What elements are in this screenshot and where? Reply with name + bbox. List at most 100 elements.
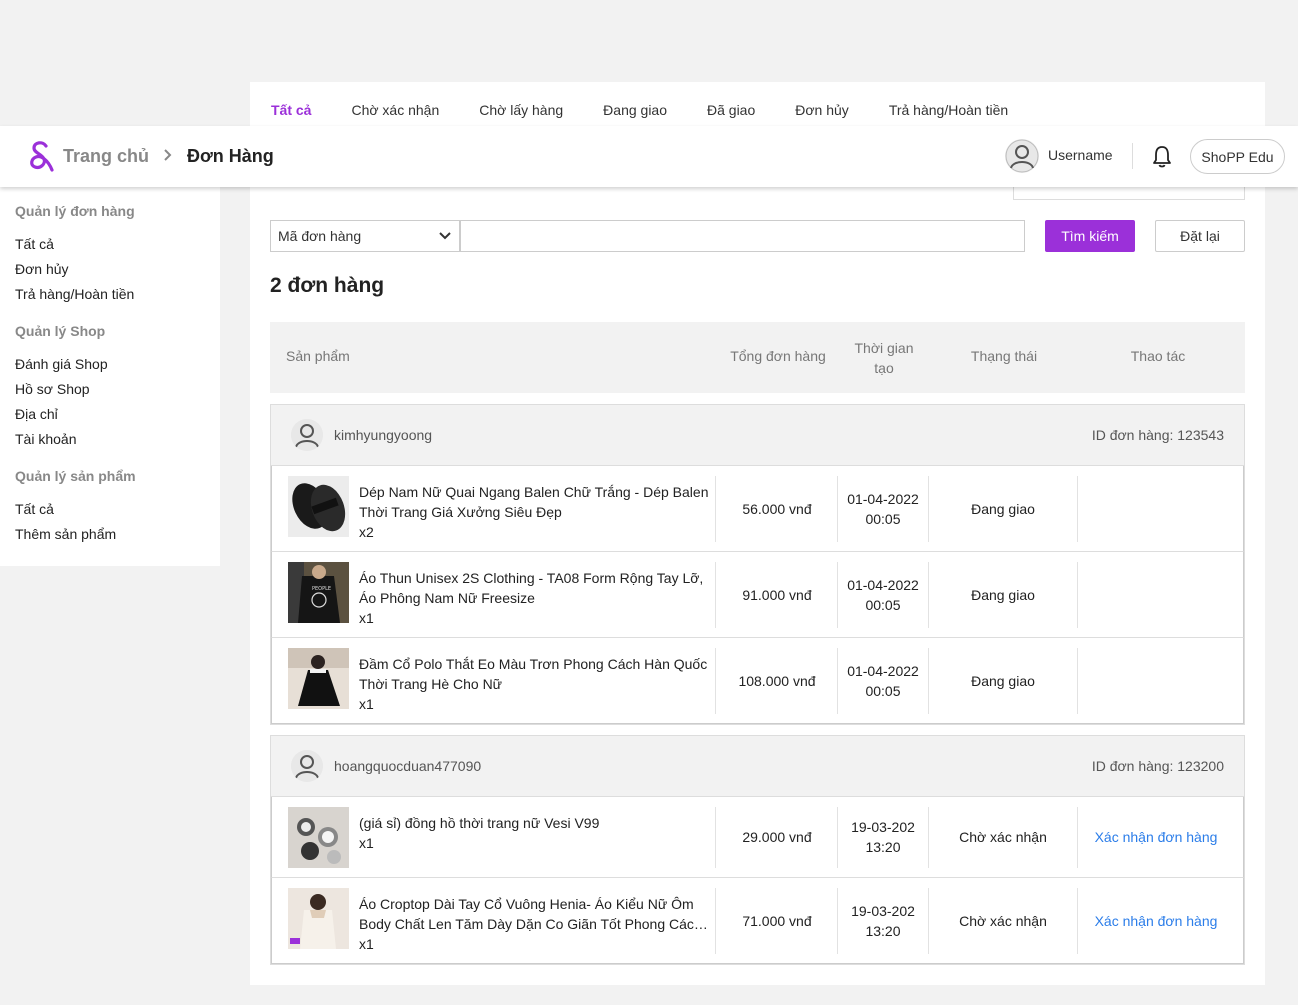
buyer-name: hoangquocduan477090	[334, 758, 482, 774]
sidebar-group-title: Quản lý sản phẩm	[15, 468, 136, 484]
product-info: Áo Croptop Dài Tay Cổ Vuông Henia- Áo Ki…	[359, 894, 714, 954]
order-action	[1078, 552, 1234, 637]
chevron-down-icon	[439, 232, 451, 240]
product-qty: x1	[359, 936, 374, 952]
svg-text:PEOPLE: PEOPLE	[312, 586, 331, 592]
order-header: kimhyungyoong ID đơn hàng: 123543	[271, 405, 1244, 466]
order-time: 01-04-2022 00:05	[838, 466, 928, 551]
product-name: Áo Croptop Dài Tay Cổ Vuông Henia- Áo Ki…	[359, 896, 702, 932]
order-date-text: 01-04-2022	[847, 490, 919, 507]
user-avatar-icon[interactable]	[1005, 139, 1039, 173]
order-header: hoangquocduan477090 ID đơn hàng: 123200	[271, 736, 1244, 797]
dropdown-remnant	[1013, 186, 1245, 200]
sidebar-group-products: Quản lý sản phẩm Tất cả Thêm sản phẩm	[15, 468, 220, 547]
order-date-text: 19-03-202	[851, 819, 915, 835]
product-qty: x1	[359, 610, 374, 626]
buyer-name: kimhyungyoong	[334, 427, 433, 443]
order-date-text: 01-04-2022	[847, 576, 919, 593]
tab-pending-pickup[interactable]: Chờ lấy hàng	[479, 102, 563, 118]
tab-returns[interactable]: Trả hàng/Hoàn tiền	[889, 102, 1008, 118]
product-qty: x1	[359, 835, 374, 851]
sidebar-item-all-orders[interactable]: Tất cả	[15, 232, 220, 257]
confirm-order-button[interactable]: Xác nhận đơn hàng	[1078, 797, 1234, 877]
tab-all[interactable]: Tất cả	[271, 102, 311, 118]
order-date-text: 01-04-2022	[847, 662, 919, 679]
tab-cancelled[interactable]: Đơn hủy	[795, 102, 849, 118]
order-time: 19-03-202 13:20	[838, 797, 928, 877]
product-image	[288, 888, 349, 949]
column-header-action: Thao tác	[1130, 348, 1186, 364]
order-total: 56.000 vnđ	[742, 500, 812, 517]
sidebar-item-add-product[interactable]: Thêm sản phẩm	[15, 522, 220, 547]
sidebar-item-address[interactable]: Địa chỉ	[15, 402, 220, 427]
breadcrumb-home[interactable]: Trang chủ	[63, 146, 149, 167]
product-image	[288, 807, 349, 868]
order-status: Đang giao	[971, 586, 1035, 603]
sidebar-group-title: Quản lý đơn hàng	[15, 203, 135, 219]
sidebar-group-shop: Quản lý Shop Đánh giá Shop Hồ sơ Shop Đị…	[15, 323, 220, 452]
order-time-text: 13:20	[865, 922, 901, 939]
bell-icon[interactable]	[1151, 144, 1173, 168]
order-time: 01-04-2022 00:05	[838, 638, 928, 723]
search-button[interactable]: Tìm kiếm	[1045, 220, 1135, 252]
product-qty: x1	[359, 696, 374, 712]
tab-pending-confirm[interactable]: Chờ xác nhận	[351, 102, 439, 118]
tab-delivered[interactable]: Đã giao	[707, 102, 755, 118]
column-header-product: Sản phẩm	[286, 348, 350, 364]
order-card: kimhyungyoong ID đơn hàng: 123543 Dép Na…	[270, 404, 1245, 725]
order-time-text: 00:05	[865, 596, 901, 613]
product-image	[288, 476, 349, 537]
table-row: Dép Nam Nữ Quai Ngang Balen Chữ Trắng - …	[271, 466, 1244, 552]
order-id: ID đơn hàng: 123543	[1091, 427, 1224, 443]
order-id: ID đơn hàng: 123200	[1091, 758, 1224, 774]
product-name: Dép Nam Nữ Quai Ngang Balen Chữ Trắng - …	[359, 484, 709, 520]
order-status: Đang giao	[971, 500, 1035, 517]
order-action	[1078, 466, 1234, 551]
product-name: (giá sỉ) đồng hồ thời trang nữ Vesi V99	[359, 815, 600, 831]
order-status: Chờ xác nhận	[959, 912, 1047, 929]
order-total: 71.000 vnđ	[742, 912, 812, 929]
sidebar: Quản lý đơn hàng Tất cả Đơn hủy Trả hàng…	[0, 187, 220, 566]
product-image: PEOPLE	[288, 562, 349, 623]
search-field-select[interactable]: Mã đơn hàng	[270, 220, 460, 252]
column-header-total: Tổng đơn hàng	[730, 348, 826, 364]
sidebar-item-shop-reviews[interactable]: Đánh giá Shop	[15, 352, 220, 377]
reset-button[interactable]: Đặt lại	[1155, 220, 1245, 252]
sidebar-item-account[interactable]: Tài khoản	[15, 427, 220, 452]
search-input[interactable]	[460, 220, 1025, 252]
table-row: (giá sỉ) đồng hồ thời trang nữ Vesi V99 …	[271, 797, 1244, 878]
chevron-right-icon	[164, 149, 172, 161]
order-status: Đang giao	[971, 672, 1035, 689]
product-info: Dép Nam Nữ Quai Ngang Balen Chữ Trắng - …	[359, 482, 714, 542]
sidebar-group-orders: Quản lý đơn hàng Tất cả Đơn hủy Trả hàng…	[15, 203, 220, 307]
table-header: Sản phẩm Tổng đơn hàng Thời gian tạo Thạ…	[270, 322, 1245, 393]
buyer-avatar-icon	[291, 750, 323, 782]
username[interactable]: Username	[1048, 147, 1113, 163]
product-name: Đầm Cổ Polo Thắt Eo Màu Trơn Phong Cách …	[359, 656, 708, 692]
order-count: 2 đơn hàng	[270, 274, 385, 297]
logo-icon[interactable]	[26, 140, 56, 174]
order-time: 19-03-202 13:20	[838, 878, 928, 963]
confirm-order-button[interactable]: Xác nhận đơn hàng	[1078, 878, 1234, 963]
sidebar-item-shop-profile[interactable]: Hồ sơ Shop	[15, 377, 220, 402]
sidebar-item-returns[interactable]: Trả hàng/Hoàn tiền	[15, 282, 220, 307]
table-row: Áo Croptop Dài Tay Cổ Vuông Henia- Áo Ki…	[271, 878, 1244, 964]
order-card: hoangquocduan477090 ID đơn hàng: 123200 …	[270, 735, 1245, 965]
product-info: (giá sỉ) đồng hồ thời trang nữ Vesi V99 …	[359, 813, 714, 853]
breadcrumb-current: Đơn Hàng	[187, 146, 274, 166]
order-action	[1078, 638, 1234, 723]
order-total: 108.000 vnđ	[738, 672, 816, 689]
order-total: 29.000 vnđ	[742, 829, 812, 845]
product-info: Đầm Cổ Polo Thắt Eo Màu Trơn Phong Cách …	[359, 654, 714, 714]
column-header-status: Thạng thái	[970, 348, 1038, 364]
sidebar-item-all-products[interactable]: Tất cả	[15, 497, 220, 522]
order-time-text: 13:20	[865, 839, 901, 855]
order-time-text: 00:05	[865, 682, 901, 699]
order-total: 91.000 vnđ	[742, 586, 812, 603]
table-row: PEOPLE Áo Thun Unisex 2S Clothing - TA08…	[271, 552, 1244, 638]
sidebar-item-cancelled[interactable]: Đơn hủy	[15, 257, 220, 282]
shop-button[interactable]: ShoPP Edu	[1190, 139, 1285, 174]
tab-shipping[interactable]: Đang giao	[603, 102, 667, 118]
order-time: 01-04-2022 00:05	[838, 552, 928, 637]
header-divider	[1132, 143, 1133, 169]
